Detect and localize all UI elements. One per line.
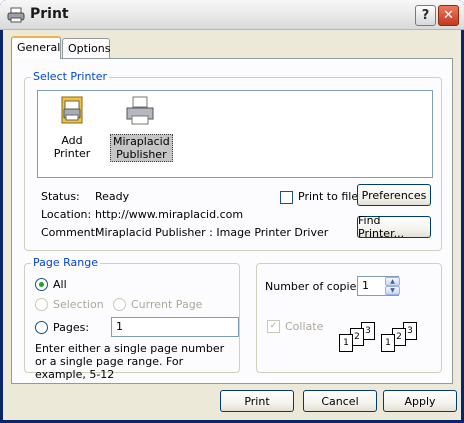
- printer-icon: [126, 96, 154, 125]
- help-button[interactable]: ?: [415, 5, 436, 26]
- add-printer-icon: [61, 96, 83, 124]
- copies-label: Number of copies:: [265, 280, 366, 293]
- selection-radio[interactable]: [35, 298, 48, 311]
- close-icon: ✕: [443, 8, 454, 23]
- dialog-body: General Options Select Printer Add Print…: [3, 30, 461, 420]
- select-printer-legend: Select Printer: [31, 70, 110, 83]
- page-range-hint: Enter either a single page number or a s…: [35, 342, 225, 381]
- status-value: Ready: [95, 190, 130, 203]
- preferences-button[interactable]: Preferences: [357, 184, 431, 206]
- selection-label: Selection: [53, 298, 104, 311]
- radio-selected-dot: [39, 282, 44, 287]
- help-icon: ?: [421, 8, 430, 23]
- close-button[interactable]: ✕: [438, 5, 459, 26]
- page-range-legend: Page Range: [31, 256, 100, 269]
- status-key: Status:: [41, 190, 80, 203]
- spin-up-icon[interactable]: ▲: [385, 277, 400, 286]
- location-key: Location:: [41, 208, 92, 221]
- printer-location: Location: http://www.miraplacid.com: [41, 208, 243, 221]
- window-title: Print: [30, 6, 69, 22]
- printer-item-miraplacid[interactable]: Miraplacid Publisher: [110, 95, 173, 162]
- spin-down-icon[interactable]: ▼: [385, 286, 400, 295]
- copies-group: Number of copies: 1 ▲ ▼ ✓ Collate 3 2 1 …: [256, 263, 442, 373]
- pages-radio[interactable]: [35, 321, 48, 334]
- printer-status: Status: Ready: [41, 190, 129, 203]
- select-printer-group: Select Printer Add Printer Miraplacid Pu…: [24, 70, 442, 251]
- comment-key: Comment:: [41, 226, 99, 239]
- find-printer-label: Find Printer...: [358, 214, 405, 240]
- print-button[interactable]: Print: [220, 390, 294, 412]
- page-range-group: Page Range All Selection Current Page Pa…: [24, 256, 240, 381]
- printer-icon: [7, 7, 25, 23]
- tab-options[interactable]: Options: [62, 38, 110, 58]
- pages-label: Pages:: [53, 321, 90, 334]
- cancel-button[interactable]: Cancel: [303, 390, 377, 412]
- apply-button-label: Apply: [404, 394, 436, 408]
- collate-label: Collate: [285, 320, 324, 333]
- print-to-file-label: Print to file: [298, 190, 359, 203]
- tab-general-label: General: [17, 41, 61, 54]
- all-label: All: [53, 278, 67, 291]
- current-page-label: Current Page: [131, 298, 203, 311]
- apply-button[interactable]: Apply: [383, 390, 457, 412]
- pages-value: 1: [116, 320, 123, 333]
- comment-value: Miraplacid Publisher : Image Printer Dri…: [95, 226, 329, 239]
- general-panel: Select Printer Add Printer Miraplacid Pu…: [11, 58, 453, 384]
- title-bar[interactable]: Print ? ✕: [0, 0, 464, 30]
- copies-spinner[interactable]: ▲ ▼: [385, 277, 400, 295]
- print-dialog: Print ? ✕ General Options Select Printer: [0, 0, 464, 423]
- all-radio[interactable]: [35, 278, 48, 291]
- printer-comment: Comment:Miraplacid Publisher : Image Pri…: [41, 226, 328, 239]
- copies-value: 1: [362, 279, 369, 292]
- printer-label: Miraplacid Publisher: [110, 134, 173, 162]
- cancel-button-label: Cancel: [321, 394, 359, 408]
- collate-illustration-icon: 3 2 1: [381, 322, 431, 360]
- location-value: http://www.miraplacid.com: [95, 208, 244, 221]
- preferences-label: Preferences: [361, 188, 427, 202]
- print-button-label: Print: [244, 394, 270, 408]
- printer-item-add-printer[interactable]: Add Printer: [42, 95, 102, 160]
- find-printer-button[interactable]: Find Printer...: [357, 214, 431, 240]
- current-page-radio[interactable]: [113, 298, 126, 311]
- print-to-file-checkbox[interactable]: [280, 191, 293, 204]
- pages-input[interactable]: 1: [111, 317, 239, 337]
- printer-list[interactable]: Add Printer Miraplacid Publisher: [37, 90, 433, 178]
- tab-general[interactable]: General: [11, 36, 61, 59]
- tab-options-label: Options: [68, 42, 111, 55]
- printer-label: Add Printer: [53, 134, 91, 160]
- collate-checkbox[interactable]: ✓: [267, 320, 280, 333]
